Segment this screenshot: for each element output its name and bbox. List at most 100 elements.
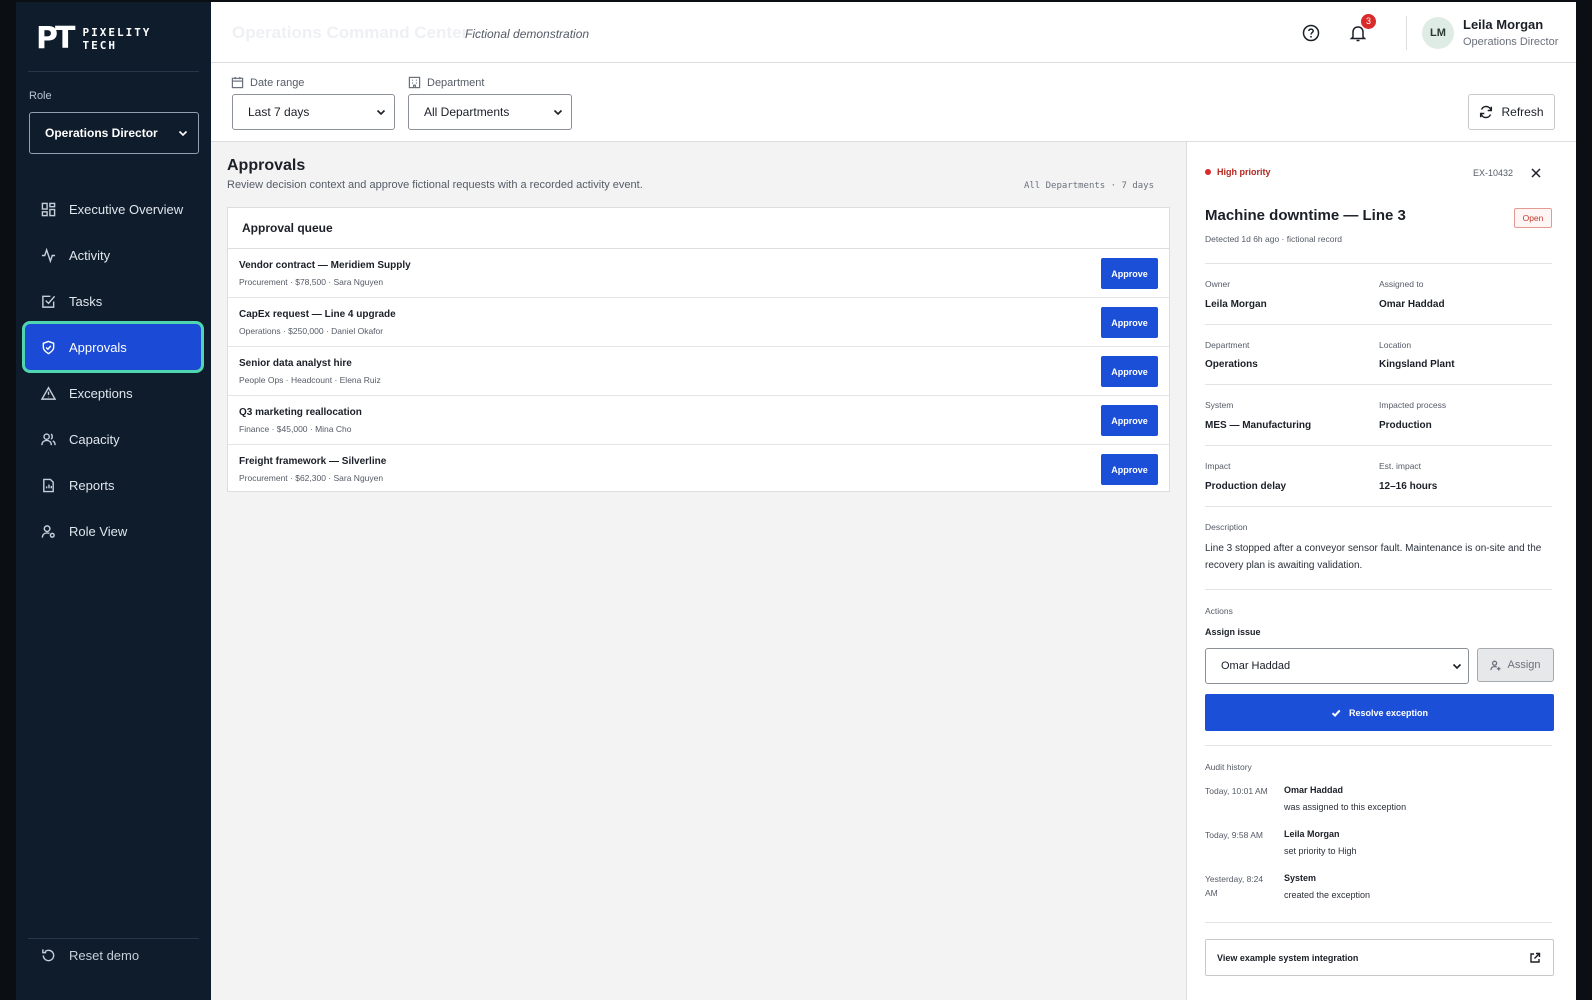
app-subtitle: Fictional demonstration — [465, 27, 590, 41]
app-title: Operations Command Center — [232, 23, 469, 42]
audit-actor: Leila Morgan — [1284, 829, 1340, 839]
sidebar-item-label: Exceptions — [69, 385, 133, 401]
divider — [1205, 922, 1552, 923]
est-impact-value: 12–16 hours — [1379, 481, 1438, 492]
actions-label: Actions — [1205, 606, 1233, 616]
reset-demo-button[interactable]: Reset demo — [41, 948, 139, 963]
brand-logo: PT PIXELITY TECH — [36, 24, 151, 54]
detected-text: Detected 1d 6h ago · fictional record — [1205, 234, 1343, 244]
date-range-label-text: Date range — [250, 76, 305, 89]
location-label: Location — [1379, 340, 1412, 350]
audit-history-label: Audit history — [1205, 762, 1252, 772]
row-title: CapEx request — Line 4 upgrade — [239, 309, 396, 320]
divider — [1205, 445, 1552, 446]
audit-time: Yesterday, 8:24 AM — [1205, 874, 1264, 898]
sidebar-item-executive-overview[interactable]: Executive Overview — [25, 186, 201, 232]
refresh-icon — [1480, 105, 1493, 119]
logo-line-2: TECH — [82, 39, 117, 52]
shield-check-icon — [42, 340, 55, 354]
divider — [1205, 506, 1552, 507]
role-label: Role — [29, 90, 52, 102]
department-label: Department — [408, 76, 484, 89]
audit-actor: System — [1284, 873, 1317, 883]
sidebar-divider — [28, 938, 199, 939]
priority-dot-icon — [1205, 169, 1211, 175]
sidebar-item-tasks[interactable]: Tasks — [25, 278, 201, 324]
sidebar-item-label: Approvals — [69, 339, 127, 355]
status-badge: Open — [1514, 208, 1552, 228]
sidebar-item-label: Executive Overview — [69, 201, 184, 217]
check-icon — [1331, 709, 1341, 717]
calendar-icon — [231, 76, 244, 89]
impact-value: Production delay — [1205, 481, 1287, 492]
sidebar-item-exceptions[interactable]: Exceptions — [25, 370, 201, 416]
priority-indicator: High priority — [1205, 167, 1271, 177]
table-row[interactable]: Q3 marketing reallocation Finance · $45,… — [228, 396, 1169, 445]
exception-title: Machine downtime — Line 3 — [1205, 207, 1406, 224]
assign-button[interactable]: Assign — [1477, 648, 1554, 682]
audit-action: was assigned to this exception — [1284, 802, 1407, 812]
chevron-down-icon — [376, 109, 386, 116]
assign-button-label: Assign — [1507, 659, 1541, 671]
approve-button[interactable]: Approve — [1101, 307, 1158, 338]
department-field-value: Operations — [1205, 359, 1258, 370]
activity-icon — [41, 247, 56, 263]
department-value: All Departments — [424, 105, 510, 119]
chevron-down-icon — [1452, 663, 1462, 670]
filter-bar: Date range Last 7 days Department All De… — [211, 63, 1576, 142]
assignee-select[interactable]: Omar Haddad — [1205, 648, 1469, 684]
row-subtitle: Procurement · $62,300 · Sara Nguyen — [239, 473, 384, 483]
department-label-text: Department — [427, 76, 485, 89]
view-integration-link[interactable]: View example system integration — [1205, 939, 1554, 976]
date-range-select[interactable]: Last 7 days — [232, 94, 395, 130]
header-separator — [1406, 16, 1407, 50]
logo-wordmark: PIXELITY TECH — [82, 26, 151, 52]
audit-time: Today, 9:58 AM — [1205, 830, 1263, 840]
table-row[interactable]: Senior data analyst hire People Ops · He… — [228, 347, 1169, 396]
audit-time: Today, 10:01 AM — [1205, 786, 1268, 796]
sidebar-item-reports[interactable]: Reports — [25, 462, 201, 508]
close-icon[interactable] — [1529, 166, 1543, 180]
owner-label: Owner — [1205, 279, 1231, 289]
sidebar-item-role-view[interactable]: Role View — [25, 508, 201, 554]
checkbox-icon — [42, 295, 56, 308]
department-select[interactable]: All Departments — [408, 94, 572, 130]
system-label: System — [1205, 400, 1234, 410]
row-title: Q3 marketing reallocation — [239, 407, 362, 418]
help-icon[interactable] — [1301, 23, 1321, 43]
grid-icon — [41, 202, 56, 216]
approve-button[interactable]: Approve — [1101, 258, 1158, 289]
impact-label: Impact — [1205, 461, 1231, 471]
sidebar-item-label: Capacity — [69, 431, 120, 447]
resolve-exception-button[interactable]: Resolve exception — [1205, 694, 1554, 731]
sidebar-item-approvals[interactable]: Approvals — [25, 324, 201, 370]
divider — [1205, 384, 1552, 385]
approve-button[interactable]: Approve — [1101, 356, 1158, 387]
divider — [1205, 324, 1552, 325]
sidebar-item-activity[interactable]: Activity — [25, 232, 201, 278]
warning-triangle-icon — [41, 385, 56, 400]
table-row[interactable]: Vendor contract — Meridiem Supply Procur… — [228, 249, 1169, 298]
user-role: Operations Director — [1463, 36, 1559, 48]
sidebar: PT PIXELITY TECH Role Operations Directo… — [16, 2, 211, 1000]
approve-button[interactable]: Approve — [1101, 454, 1158, 485]
system-value: MES — Manufacturing — [1205, 420, 1312, 431]
reset-demo-label: Reset demo — [69, 948, 140, 963]
assignee-select-value: Omar Haddad — [1221, 660, 1291, 672]
date-range-value: Last 7 days — [248, 105, 310, 119]
sidebar-item-capacity[interactable]: Capacity — [25, 416, 201, 462]
table-row[interactable]: CapEx request — Line 4 upgrade Operation… — [228, 298, 1169, 347]
audit-action: created the exception — [1284, 890, 1371, 900]
role-select[interactable]: Operations Director — [29, 112, 199, 154]
divider — [1205, 745, 1552, 746]
avatar[interactable]: LM — [1422, 17, 1454, 49]
refresh-button[interactable]: Refresh — [1468, 94, 1555, 130]
report-icon — [43, 478, 54, 492]
table-row[interactable]: Freight framework — Silverline Procureme… — [228, 445, 1169, 494]
process-label: Impacted process — [1379, 400, 1447, 410]
page-title: Approvals — [227, 157, 306, 174]
est-impact-label: Est. impact — [1379, 461, 1422, 471]
approve-button[interactable]: Approve — [1101, 405, 1158, 436]
user-name: Leila Morgan — [1463, 17, 1544, 32]
owner-value: Leila Morgan — [1205, 299, 1267, 310]
